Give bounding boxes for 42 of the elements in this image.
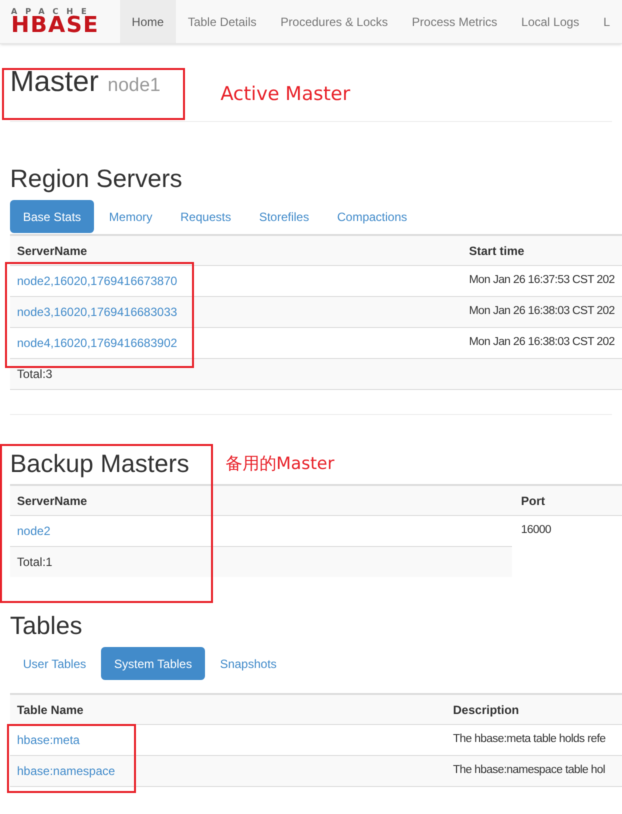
- table-cell: Mon Jan 26 16:38:03 CST 202: [469, 305, 615, 318]
- tab[interactable]: Compactions: [324, 200, 420, 233]
- column-header: Description: [453, 702, 520, 716]
- table-cell: The hbase:meta table holds refe: [453, 733, 606, 746]
- server-link[interactable]: node3,16020,1769416683033: [17, 305, 178, 319]
- column-header: Port: [521, 494, 545, 508]
- nav-item[interactable]: Table Details: [176, 0, 269, 43]
- tab[interactable]: Snapshots: [206, 647, 290, 680]
- table-cell: Mon Jan 26 16:37:53 CST 202: [469, 274, 615, 286]
- tab[interactable]: Requests: [167, 200, 244, 233]
- server-link[interactable]: node4,16020,1769416683902: [17, 336, 178, 350]
- section-title: Region Servers: [10, 164, 184, 194]
- tab[interactable]: Storefiles: [246, 200, 322, 233]
- table-cell: Total:3: [17, 367, 52, 381]
- server-link[interactable]: hbase:meta: [17, 733, 80, 747]
- server-link[interactable]: node2: [17, 524, 50, 538]
- nav-item[interactable]: Process Metrics: [400, 0, 510, 43]
- column-header: Start time: [469, 244, 524, 258]
- column-header: ServerName: [17, 244, 88, 258]
- server-link[interactable]: node2,16020,1769416673870: [17, 274, 178, 288]
- nav-item[interactable]: L: [591, 0, 622, 43]
- nav-item[interactable]: Procedures & Locks: [268, 0, 400, 43]
- page-title: Master: [10, 64, 99, 100]
- tab[interactable]: Memory: [96, 200, 166, 233]
- section-title: Backup Masters: [10, 449, 190, 479]
- tab[interactable]: System Tables: [101, 647, 205, 680]
- section-title: Tables: [10, 611, 84, 641]
- nav-item[interactable]: Local Logs: [509, 0, 592, 43]
- annotation-text: 备用的Master: [225, 452, 334, 476]
- table-cell: Total:1: [17, 555, 52, 569]
- table-cell: The hbase:namespace table hol: [453, 764, 606, 776]
- table-cell: Mon Jan 26 16:38:03 CST 202: [469, 336, 615, 348]
- tab[interactable]: User Tables: [10, 647, 100, 680]
- nav-item[interactable]: Home: [120, 0, 176, 43]
- server-link[interactable]: hbase:namespace: [17, 764, 116, 778]
- annotation-text: Active Master: [220, 82, 350, 106]
- column-header: Table Name: [17, 702, 84, 716]
- table-cell: 16000: [521, 524, 551, 536]
- logo[interactable]: APACHE HBASE: [0, 0, 120, 43]
- tab[interactable]: Base Stats: [10, 200, 94, 233]
- column-header: ServerName: [17, 494, 88, 508]
- host-name: node1: [108, 74, 160, 98]
